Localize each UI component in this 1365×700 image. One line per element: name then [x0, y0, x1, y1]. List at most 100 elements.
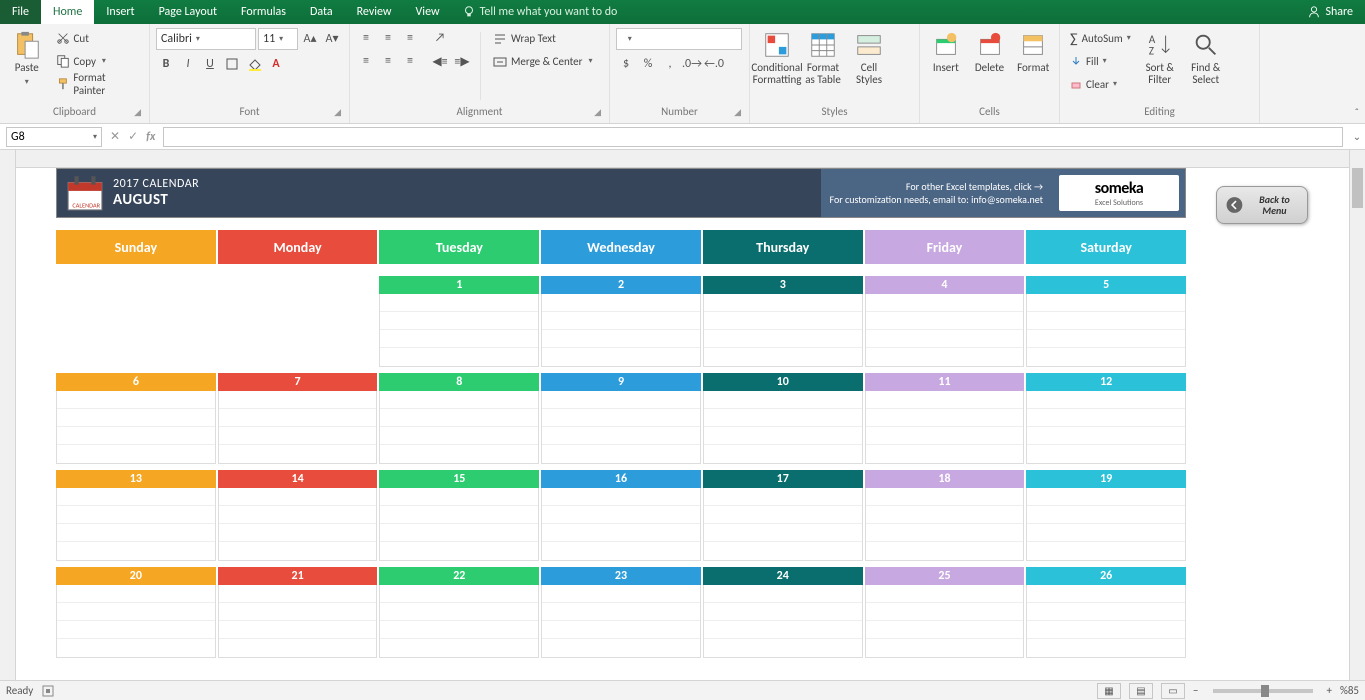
calendar-cell[interactable]: 6 [56, 373, 216, 464]
calendar-cell[interactable]: 19 [1026, 470, 1186, 561]
align-bottom-button[interactable]: ≡ [400, 28, 420, 48]
calendar-cell[interactable]: 26 [1026, 567, 1186, 658]
fx-icon[interactable]: fx [146, 130, 155, 144]
calendar-cell[interactable]: 3 [703, 276, 863, 367]
tab-home[interactable]: Home [41, 0, 94, 24]
name-box[interactable]: G8▾ [6, 127, 102, 147]
conditional-formatting-button[interactable]: Conditional Formatting [756, 28, 798, 104]
col-headers[interactable] [0, 150, 1349, 168]
calendar-cell[interactable]: 24 [703, 567, 863, 658]
clear-button[interactable]: Clear▾ [1066, 74, 1135, 94]
calendar-cell[interactable]: 4 [865, 276, 1025, 367]
calendar-cell[interactable]: 2 [541, 276, 701, 367]
collapse-ribbon[interactable]: ˆ [1355, 106, 1359, 119]
fill-button[interactable]: Fill▾ [1066, 51, 1135, 71]
someka-logo[interactable]: someka Excel Solutions [1059, 175, 1179, 211]
orientation-button[interactable]: ↗ [430, 28, 450, 48]
calendar-cell[interactable]: 5 [1026, 276, 1186, 367]
alignment-launcher[interactable]: ◢ [594, 107, 601, 118]
inc-decimal-button[interactable]: .0→ [682, 54, 702, 74]
zoom-out[interactable]: − [1193, 684, 1198, 697]
delete-cells-button[interactable]: Delete [970, 28, 1010, 104]
view-layout[interactable]: ▤ [1129, 683, 1153, 699]
number-format-combo[interactable]: ▾ [616, 28, 742, 50]
format-cells-button[interactable]: Format [1013, 28, 1053, 104]
calendar-cell[interactable]: 8 [379, 373, 539, 464]
calendar-cell[interactable] [218, 276, 378, 367]
shrink-font-button[interactable]: A▾ [322, 28, 342, 48]
calendar-cell[interactable] [56, 276, 216, 367]
font-color-button[interactable]: A [266, 54, 286, 74]
tab-review[interactable]: Review [345, 0, 404, 24]
back-to-menu-button[interactable]: Back to Menu [1216, 186, 1308, 224]
calendar-cell[interactable]: 7 [218, 373, 378, 464]
calendar-cell[interactable]: 21 [218, 567, 378, 658]
tab-data[interactable]: Data [298, 0, 345, 24]
calendar-cell[interactable]: 1 [379, 276, 539, 367]
clipboard-launcher[interactable]: ◢ [134, 107, 141, 118]
align-middle-button[interactable]: ≡ [378, 28, 398, 48]
enter-fx[interactable]: ✓ [128, 129, 138, 144]
calendar-cell[interactable]: 14 [218, 470, 378, 561]
calendar-cell[interactable]: 25 [865, 567, 1025, 658]
sort-filter-button[interactable]: AZSort & Filter [1139, 28, 1181, 104]
font-name-combo[interactable]: Calibri▾ [156, 28, 256, 50]
zoom-in[interactable]: + [1327, 684, 1332, 697]
cut-button[interactable]: Cut [52, 28, 143, 48]
vertical-scrollbar[interactable] [1349, 150, 1365, 680]
calendar-cell[interactable]: 20 [56, 567, 216, 658]
insert-cells-button[interactable]: Insert [926, 28, 966, 104]
calendar-cell[interactable]: 12 [1026, 373, 1186, 464]
dec-decimal-button[interactable]: ←.0 [704, 54, 724, 74]
font-launcher[interactable]: ◢ [334, 107, 341, 118]
merge-center-button[interactable]: Merge & Center▾ [489, 51, 597, 71]
indent-inc-button[interactable]: ≡▶ [452, 51, 472, 71]
grow-font-button[interactable]: A▴ [300, 28, 320, 48]
view-normal[interactable]: ▦ [1097, 683, 1121, 699]
calendar-cell[interactable]: 23 [541, 567, 701, 658]
comma-button[interactable]: , [660, 54, 680, 74]
row-headers[interactable] [0, 150, 16, 680]
tab-file[interactable]: File [0, 0, 41, 24]
tab-formulas[interactable]: Formulas [229, 0, 298, 24]
tab-view[interactable]: View [404, 0, 452, 24]
zoom-level[interactable]: %85 [1340, 684, 1359, 697]
bold-button[interactable]: B [156, 54, 176, 74]
copy-button[interactable]: Copy▾ [52, 51, 143, 71]
cancel-fx[interactable]: ✕ [110, 129, 120, 144]
zoom-slider[interactable] [1213, 689, 1313, 693]
calendar-cell[interactable]: 10 [703, 373, 863, 464]
accounting-button[interactable]: $ [616, 54, 636, 74]
align-center-button[interactable]: ≡ [378, 51, 398, 71]
indent-dec-button[interactable]: ◀≡ [430, 51, 450, 71]
tab-insert[interactable]: Insert [94, 0, 146, 24]
calendar-cell[interactable]: 9 [541, 373, 701, 464]
paste-button[interactable]: Paste ▾ [6, 28, 48, 104]
number-launcher[interactable]: ◢ [734, 107, 741, 118]
underline-button[interactable]: U [200, 54, 220, 74]
tab-page-layout[interactable]: Page Layout [147, 0, 229, 24]
border-button[interactable] [222, 54, 242, 74]
view-pagebreak[interactable]: ▭ [1161, 683, 1185, 699]
font-size-combo[interactable]: 11▾ [258, 28, 298, 50]
calendar-cell[interactable]: 17 [703, 470, 863, 561]
calendar-cell[interactable]: 16 [541, 470, 701, 561]
wrap-text-button[interactable]: Wrap Text [489, 28, 597, 48]
calendar-cell[interactable]: 15 [379, 470, 539, 561]
percent-button[interactable]: % [638, 54, 658, 74]
align-right-button[interactable]: ≡ [400, 51, 420, 71]
fill-color-button[interactable] [244, 54, 264, 74]
calendar-cell[interactable]: 18 [865, 470, 1025, 561]
format-painter-button[interactable]: Format Painter [52, 74, 143, 94]
format-as-table-button[interactable]: Format as Table [802, 28, 844, 104]
align-top-button[interactable]: ≡ [356, 28, 376, 48]
expand-fx[interactable]: ⌄ [1349, 130, 1365, 143]
tell-me[interactable]: Tell me what you want to do [462, 5, 618, 19]
calendar-cell[interactable]: 13 [56, 470, 216, 561]
calendar-cell[interactable]: 11 [865, 373, 1025, 464]
autosum-button[interactable]: ∑AutoSum▾ [1066, 28, 1135, 48]
italic-button[interactable]: I [178, 54, 198, 74]
calendar-cell[interactable]: 22 [379, 567, 539, 658]
share-button[interactable]: Share [1307, 5, 1365, 19]
align-left-button[interactable]: ≡ [356, 51, 376, 71]
